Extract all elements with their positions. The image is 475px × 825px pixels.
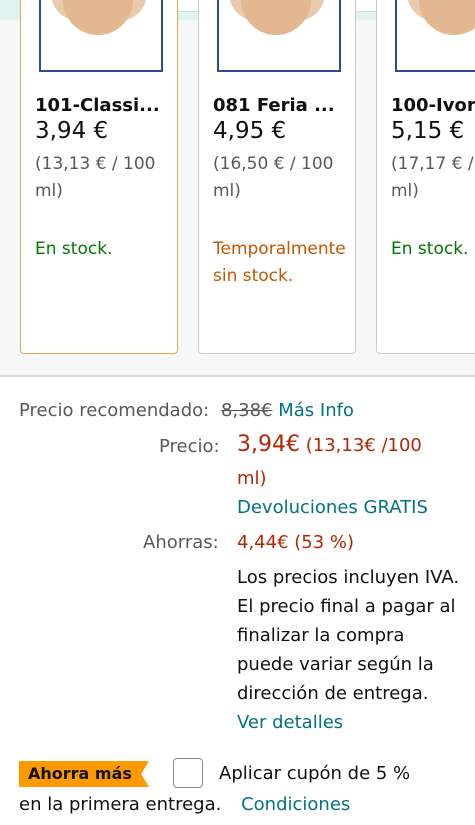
variant-stock-status: En stock. [35, 239, 113, 259]
price-unit-line2: ml) [237, 468, 267, 489]
variant-name: 100-Ivor [391, 95, 475, 116]
product-image [395, 0, 475, 72]
variant-carousel: 101-Classi... 3,94 € (13,13 € / 100 ml) … [0, 0, 475, 376]
coupon-text-line1: Aplicar cupón de 5 % [219, 763, 411, 784]
recommended-price-value: 8,38€ [220, 400, 273, 421]
tax-note-text: Los precios incluyen IVA. El precio fina… [237, 567, 460, 704]
variant-card[interactable]: 081 Feria ... 4,95 € (16,50 € / 100 ml) … [198, 0, 356, 354]
coupon-text-line2: en la primera entrega. [19, 794, 222, 815]
savings-label: Ahorras: [143, 532, 219, 553]
variant-name: 101-Classi... [35, 95, 160, 116]
price-label: Precio: [159, 436, 220, 457]
variant-price: 4,95 € [213, 118, 287, 144]
variant-unit-price: (13,13 € / 100 ml) [35, 154, 156, 201]
variant-unit-price: (17,17 € / 100 ml) [391, 154, 475, 201]
tax-note: Los precios incluyen IVA. El precio fina… [237, 563, 462, 737]
details-link[interactable]: Ver detalles [237, 712, 343, 733]
product-image [217, 0, 341, 72]
variant-stock-status: Temporalmente sin stock. [213, 239, 346, 286]
variant-price: 5,15 € [391, 118, 465, 144]
coupon-checkbox[interactable] [173, 758, 203, 788]
variant-card[interactable]: 100-Ivor 5,15 € (17,17 € / 100 ml) En st… [376, 0, 475, 354]
savings-value: 4,44€ (53 %) [237, 532, 355, 553]
variant-name: 081 Feria ... [213, 95, 335, 116]
product-image [39, 0, 163, 72]
price-unit-line1: (13,13€ /100 [305, 435, 422, 456]
variant-stock-status: En stock. [391, 239, 469, 259]
free-returns-link[interactable]: Devoluciones GRATIS [237, 493, 428, 522]
price-value: 3,94€ [237, 432, 300, 457]
recommended-price-row: Precio recomendado: 8,38€ Más Info [19, 396, 354, 425]
variant-price: 3,94 € [35, 118, 109, 144]
conditions-link[interactable]: Condiciones [241, 794, 350, 815]
coupon-badge: Ahorra más [19, 761, 149, 787]
more-info-link[interactable]: Más Info [278, 400, 354, 421]
variant-card[interactable]: 101-Classi... 3,94 € (13,13 € / 100 ml) … [20, 0, 178, 354]
section-divider [0, 375, 475, 377]
recommended-price-label: Precio recomendado: [19, 400, 210, 421]
variant-unit-price: (16,50 € / 100 ml) [213, 154, 334, 201]
